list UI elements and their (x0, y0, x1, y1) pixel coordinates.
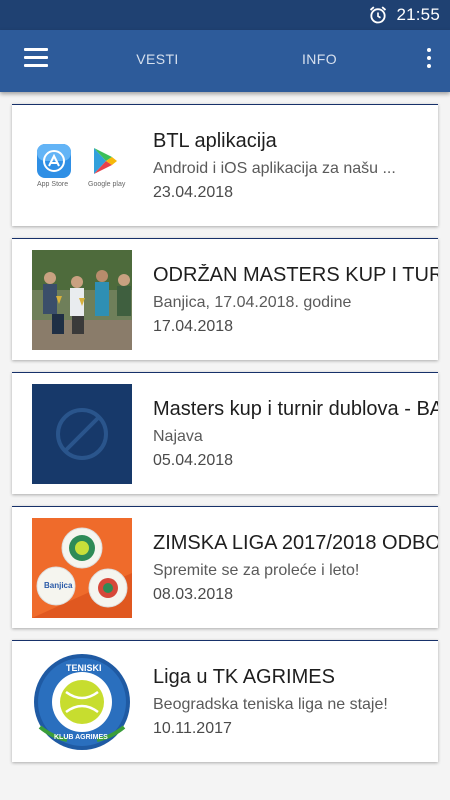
news-card[interactable]: TENISKI KLUB AGRIMES Liga u TK AGRIMES B… (12, 640, 438, 762)
no-image-icon (56, 408, 108, 460)
news-subtitle: Banjica, 17.04.2018. godine (153, 294, 352, 311)
club-logo-bottom: KLUB AGRIMES (54, 734, 108, 741)
tab-info[interactable]: INFO (262, 30, 377, 92)
news-subtitle: Najava (153, 428, 203, 445)
alarm-icon (369, 6, 387, 24)
news-date: 05.04.2018 (153, 452, 234, 469)
news-date: 08.03.2018 (153, 586, 234, 603)
app-store-caption: App Store (37, 181, 69, 188)
news-card[interactable]: ODRŽAN MASTERS KUP I TURNIR DUBLOVA Banj… (12, 238, 438, 360)
news-subtitle: Spremite se za proleće i leto! (153, 562, 360, 579)
news-date: 17.04.2018 (153, 318, 234, 335)
google-play-caption: Google play (88, 181, 126, 188)
news-subtitle: Android i iOS aplikacija za našu ... (153, 160, 396, 177)
news-title: Masters kup i turnir dublova - BANJICA (153, 398, 438, 420)
team-photo-thumbnail (32, 250, 132, 350)
status-time: 21:55 (396, 5, 440, 24)
news-title: BTL aplikacija (153, 130, 277, 152)
banjica-logo-text: Banjica (44, 581, 73, 590)
news-title: Liga u TK AGRIMES (153, 666, 335, 688)
news-date: 10.11.2017 (153, 720, 232, 737)
tab-vesti[interactable]: VESTI (100, 30, 215, 92)
league-logos-thumbnail: Banjica (32, 518, 132, 618)
club-logo-top: TENISKI (66, 663, 102, 673)
club-logo-thumbnail: TENISKI KLUB AGRIMES (32, 652, 132, 752)
news-card[interactable]: App Store Google play BTL aplikacija And… (12, 104, 438, 226)
news-list: App Store Google play BTL aplikacija And… (12, 104, 438, 774)
news-subtitle: Beogradska teniska liga ne staje! (153, 696, 388, 713)
overflow-menu-icon[interactable] (424, 48, 434, 74)
no-image-thumbnail (32, 384, 132, 484)
news-title: ODRŽAN MASTERS KUP I TURNIR DUBLOVA (153, 264, 438, 286)
store-badges-thumbnail: App Store Google play (32, 116, 132, 216)
status-bar: 21:55 (0, 0, 450, 30)
menu-icon[interactable] (20, 48, 56, 76)
news-card[interactable]: Banjica ZIMSKA LIGA 2017/2018 ODBOJKA Sp… (12, 506, 438, 628)
news-card[interactable]: Masters kup i turnir dublova - BANJICA N… (12, 372, 438, 494)
app-bar: VESTI INFO (0, 30, 450, 92)
news-date: 23.04.2018 (153, 184, 234, 201)
news-title: ZIMSKA LIGA 2017/2018 ODBOJKA (153, 532, 438, 554)
